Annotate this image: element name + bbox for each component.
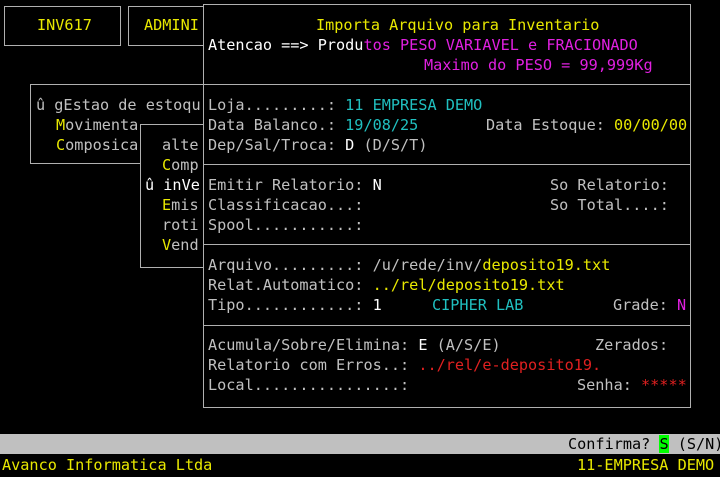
dialog-title: Importa Arquivo para Inventario [316, 16, 600, 34]
acumula-label: Acumula/Sobre/Elimina: [208, 336, 419, 354]
atencao-magenta: tos PESO VARIAVEL e FRACIONADO [363, 36, 638, 54]
footer-company: Avanco Informatica Ltda [2, 456, 213, 474]
data-estoque-label: Data Estoque: [486, 116, 615, 134]
relerros-row: Relatorio com Erros..: ../rel/e-deposito… [208, 355, 601, 375]
arquivo-label: Arquivo.........: [208, 256, 373, 274]
tipo-label: Tipo............: [208, 296, 373, 314]
submenu-item-label: omp [171, 156, 199, 174]
tipo-row: Tipo............: 1 [208, 295, 382, 315]
atencao-white: Produ [317, 36, 364, 54]
maximo-peso: Maximo do PESO = 99,999Kg [424, 56, 653, 74]
admin-menu-label[interactable]: ADMINI [144, 15, 199, 35]
emitir-label: Emitir Relatorio: [208, 176, 373, 194]
so-total-label: So Total....: [550, 196, 669, 214]
submenu-item-alte[interactable]: alte [162, 135, 199, 155]
program-code: INV617 [37, 16, 92, 34]
emitir-row: Emitir Relatorio: N [208, 175, 382, 195]
relerros-value[interactable]: ../rel/e-deposito19. [418, 356, 601, 374]
data-balanco-row: Data Balanco.: 19/08/25 [208, 115, 418, 135]
dialog-divider [203, 84, 691, 85]
submenu-item-hotkey: V [162, 236, 172, 254]
senha-row: Senha: ***** [577, 375, 687, 395]
submenu-item-roti[interactable]: roti [162, 215, 199, 235]
arquivo-file[interactable]: deposito19.txt [482, 256, 610, 274]
loja-row: Loja.........: 11 EMPRESA DEMO [208, 95, 482, 115]
menu-item-hotkey: C [56, 136, 66, 154]
so-relatorio-label: So Relatorio: [550, 176, 669, 194]
confirm-value[interactable]: S [659, 435, 669, 453]
dialog-divider [203, 325, 691, 326]
menu-item-label: ovimenta [65, 116, 139, 134]
loja-label: Loja.........: [208, 96, 346, 114]
classificacao-label: Classificacao...: [208, 196, 364, 214]
emitir-value[interactable]: N [373, 176, 382, 194]
dialog-divider [203, 164, 691, 165]
spool-label: Spool...........: [208, 216, 364, 234]
menu-item-composica[interactable]: Composica [56, 135, 138, 155]
grade-row: Grade: N [613, 295, 686, 315]
local-label: Local................: [208, 376, 410, 394]
dep-options: (D/S/T) [354, 136, 428, 154]
menu-item-movimenta[interactable]: Movimenta [56, 115, 138, 135]
grade-value[interactable]: N [677, 296, 686, 314]
dep-label: Dep/Sal/Troca: [208, 136, 346, 154]
menu-item-label: omposica [65, 136, 139, 154]
submenu-item-label: end [171, 236, 199, 254]
senha-value[interactable]: ***** [641, 376, 687, 394]
zerados-label: Zerados: [595, 336, 669, 354]
arquivo-row: Arquivo.........: /u/rede/inv/deposito19… [208, 255, 610, 275]
atencao-line: Atencao ==> Produtos PESO VARIAVEL e FRA… [208, 35, 638, 55]
dialog-divider [203, 244, 691, 245]
senha-label: Senha: [577, 376, 642, 394]
data-estoque-value[interactable]: 00/00/00 [614, 116, 687, 134]
relerros-label: Relatorio com Erros..: [208, 356, 419, 374]
submenu-item-emis[interactable]: Emis [162, 195, 199, 215]
data-balanco-label: Data Balanco.: [208, 116, 346, 134]
tipo-value[interactable]: 1 [373, 296, 382, 314]
submenu-item-label: mis [171, 196, 199, 214]
submenu-item-inventario-selected[interactable]: û inVe [145, 175, 200, 195]
relat-row: Relat.Automatico: ../rel/deposito19.txt [208, 275, 565, 295]
footer-empresa: 11-EMPRESA DEMO [577, 456, 715, 474]
acumula-options: (A/S/E) [427, 336, 501, 354]
estoque-menu-title: û gEstao de estoqu [36, 96, 201, 114]
grade-label: Grade: [613, 296, 678, 314]
data-balanco-value[interactable]: 19/08/25 [345, 116, 418, 134]
atencao-label: Atencao ==> [208, 36, 318, 54]
menu-item-hotkey: M [56, 116, 66, 134]
tipo-name: CIPHER LAB [432, 296, 524, 314]
dep-row: Dep/Sal/Troca: D (D/S/T) [208, 135, 427, 155]
arquivo-prefix[interactable]: /u/rede/inv/ [373, 256, 483, 274]
confirm-prompt: Confirma? S (S/N) [568, 434, 720, 454]
data-estoque-row: Data Estoque: 00/00/00 [486, 115, 687, 135]
relat-label: Relat.Automatico: [208, 276, 373, 294]
submenu-item-hotkey: C [162, 156, 172, 174]
submenu-item-vend[interactable]: Vend [162, 235, 199, 255]
dep-value[interactable]: D [345, 136, 354, 154]
submenu-item-comp[interactable]: Comp [162, 155, 199, 175]
confirm-options: (S/N) [668, 435, 720, 453]
loja-value[interactable]: 11 EMPRESA DEMO [345, 96, 482, 114]
acumula-row: Acumula/Sobre/Elimina: E (A/S/E) [208, 335, 501, 355]
submenu-item-hotkey: E [162, 196, 172, 214]
relat-value[interactable]: ../rel/deposito19.txt [373, 276, 565, 294]
confirm-label: Confirma? [568, 435, 660, 453]
